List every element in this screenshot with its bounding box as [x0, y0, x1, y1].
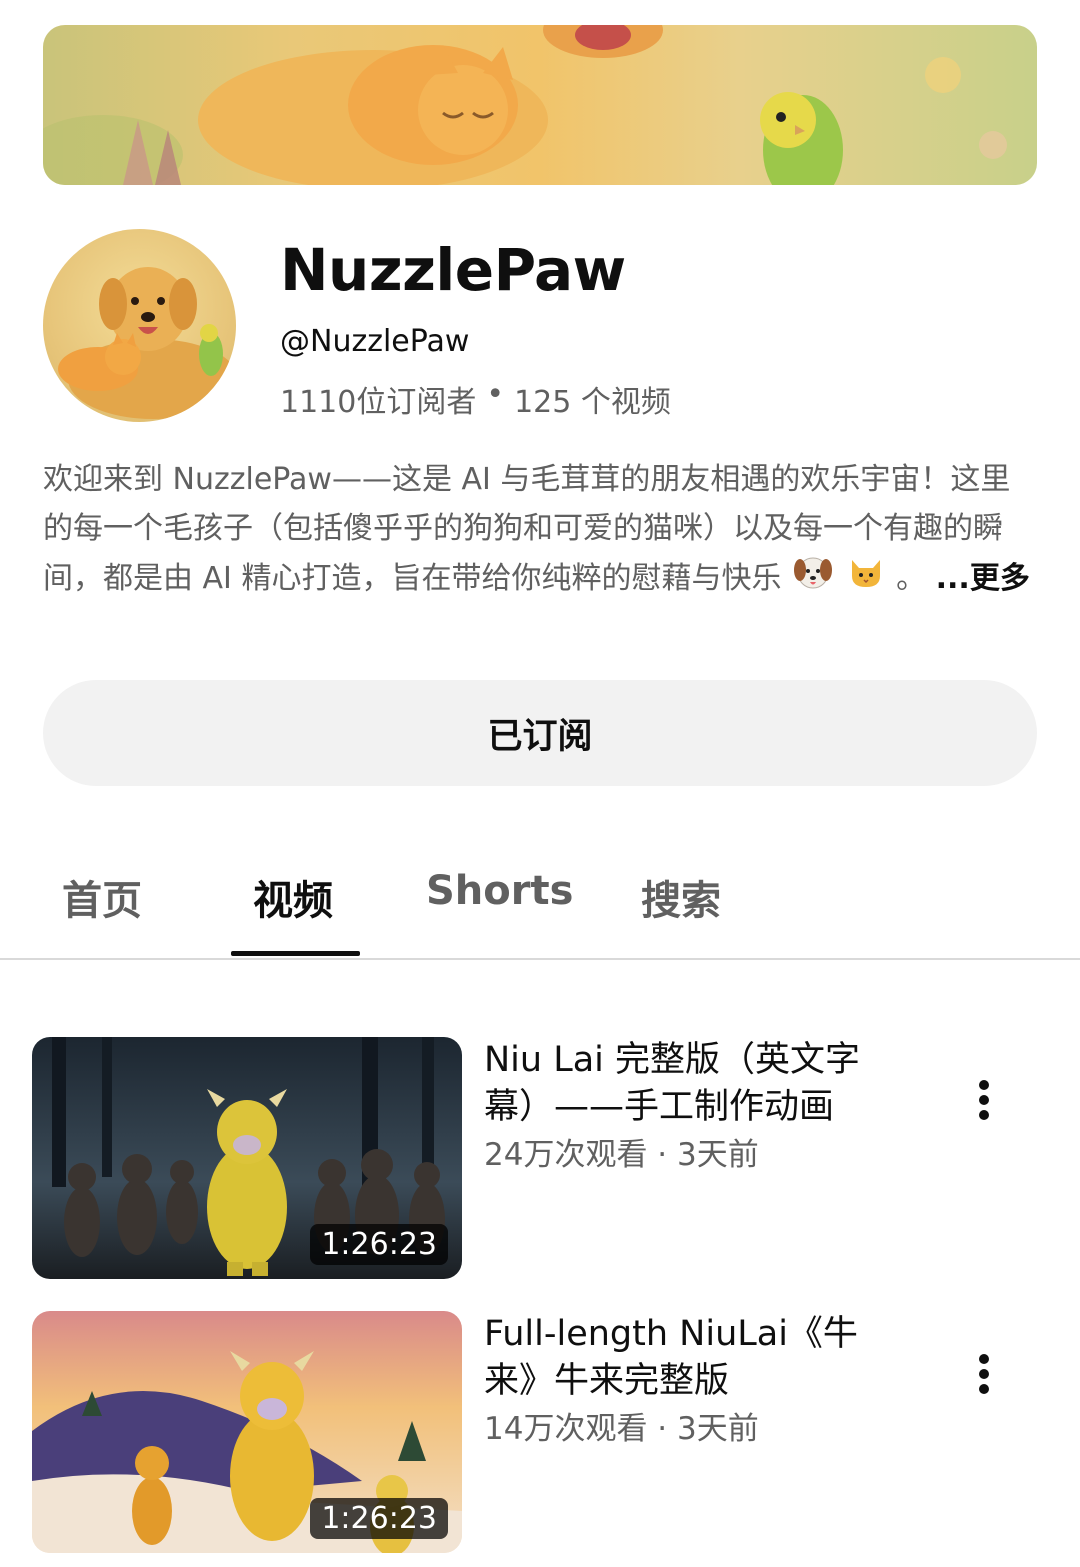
meta-separator: •: [486, 377, 505, 412]
avatar-illustration: [58, 267, 236, 419]
subscribed-button[interactable]: 已订阅: [43, 680, 1037, 786]
video-title[interactable]: Niu Lai 完整版（英文字幕）——手工制作动画: [484, 1037, 904, 1131]
tab-home[interactable]: 首页: [62, 868, 142, 926]
dog-face-icon: [793, 553, 833, 606]
upload-age: 3天前: [677, 1411, 759, 1447]
more-options-icon[interactable]: [962, 1349, 1006, 1399]
video-count: 125 个视频: [514, 385, 671, 420]
meta-separator: ·: [647, 1137, 678, 1173]
channel-avatar[interactable]: [43, 229, 236, 422]
video-duration: 1:26:23: [310, 1498, 448, 1539]
channel-banner: [43, 25, 1037, 185]
tab-shorts[interactable]: Shorts: [426, 868, 573, 914]
video-thumbnail[interactable]: 1:26:23: [32, 1037, 462, 1279]
more-link[interactable]: ...更多: [936, 561, 1030, 596]
channel-tabs: 首页 视频 Shorts 搜索: [0, 850, 1080, 960]
upload-age: 3天前: [677, 1137, 759, 1173]
video-list-item[interactable]: 1:26:23 Niu Lai 完整版（英文字幕）——手工制作动画 24万次观看…: [0, 1037, 1080, 1282]
tabs-divider: [0, 958, 1080, 960]
view-count: 14万次观看: [484, 1411, 648, 1447]
more-options-icon[interactable]: [962, 1075, 1006, 1125]
channel-name: NuzzlePaw: [280, 236, 626, 304]
view-count: 24万次观看: [484, 1137, 648, 1173]
video-duration: 1:26:23: [310, 1224, 448, 1265]
video-list-item[interactable]: 1:26:23 Full-length NiuLai《牛来》牛来完整版 14万次…: [0, 1311, 1080, 1556]
video-meta: 14万次观看 · 3天前: [484, 1403, 759, 1448]
banner-illustration: [43, 25, 1007, 185]
meta-separator: ·: [647, 1411, 678, 1447]
description-tail: 。: [896, 561, 927, 596]
subscriber-count: 1110位订阅者: [280, 385, 477, 420]
active-tab-indicator: [231, 951, 360, 956]
video-meta: 24万次观看 · 3天前: [484, 1129, 759, 1174]
channel-description[interactable]: 欢迎来到 NuzzlePaw——这是 AI 与毛茸茸的朋友相遇的欢乐宇宙！这里的…: [43, 455, 1033, 606]
channel-handle: @NuzzlePaw: [280, 324, 470, 359]
video-thumbnail[interactable]: 1:26:23: [32, 1311, 462, 1553]
channel-stats: 1110位订阅者 • 125 个视频: [280, 377, 671, 421]
video-title[interactable]: Full-length NiuLai《牛来》牛来完整版: [484, 1311, 904, 1405]
cat-face-icon: [847, 554, 885, 605]
tab-videos[interactable]: 视频: [253, 868, 333, 926]
tab-search[interactable]: 搜索: [641, 868, 721, 926]
